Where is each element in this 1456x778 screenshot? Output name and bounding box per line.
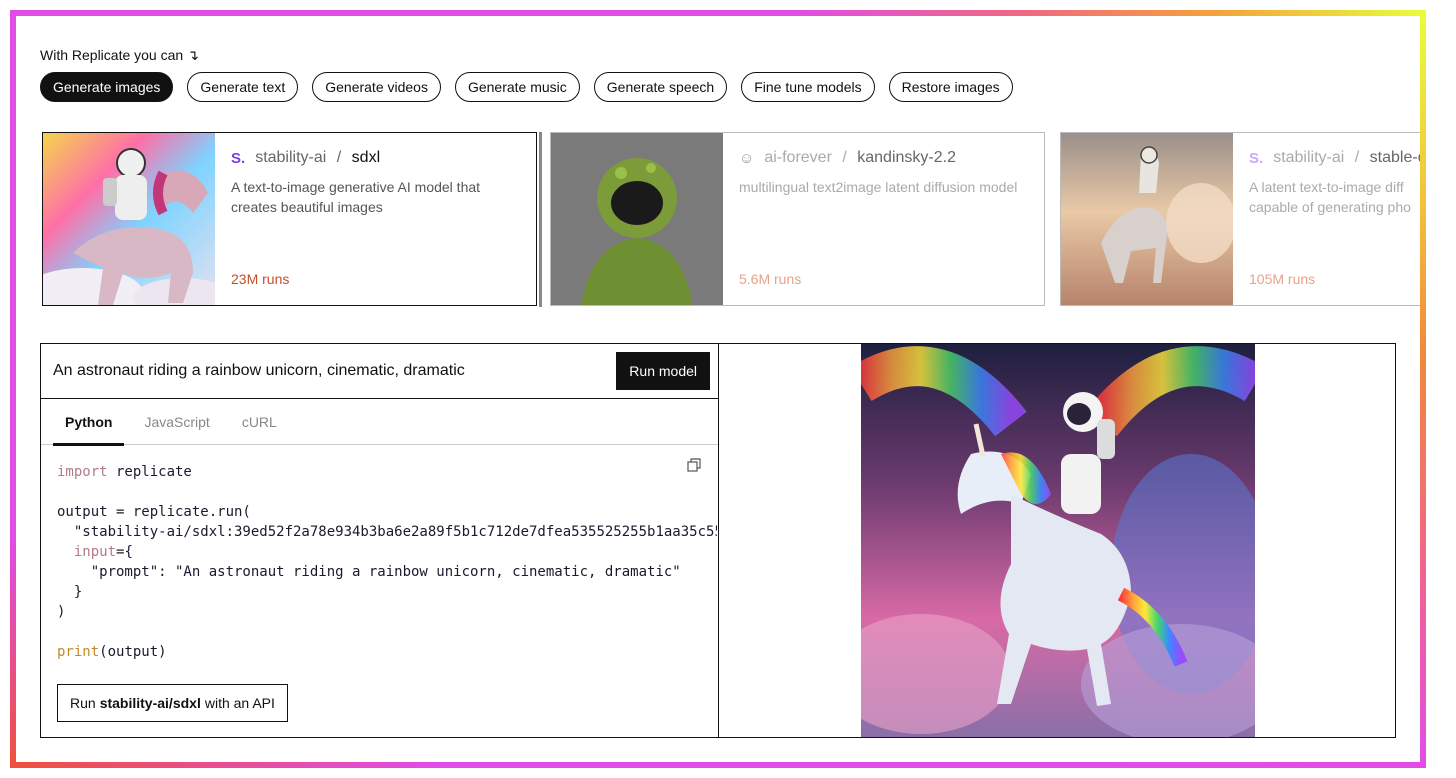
prompt-input[interactable]: An astronaut riding a rainbow unicorn, c…	[53, 362, 465, 380]
pill-fine-tune-models[interactable]: Fine tune models	[741, 72, 875, 102]
frame-bottom-edge	[10, 762, 1426, 768]
model-card-kandinsky[interactable]: ☺ ai-forever / kandinsky-2.2 multilingua…	[550, 132, 1045, 306]
stability-logo-icon: S.	[1249, 149, 1264, 167]
code-language-tabs: Python JavaScript cURL	[41, 399, 718, 446]
code-function: print	[57, 644, 100, 660]
tab-python[interactable]: Python	[53, 399, 125, 446]
arrow-down-right-icon: ↴	[187, 47, 199, 63]
card-thumbnail-moss-astronaut	[551, 133, 723, 305]
pill-restore-images[interactable]: Restore images	[888, 72, 1013, 102]
api-button-prefix: Run	[70, 695, 96, 711]
card-model-name: kandinsky-2.2	[857, 149, 956, 166]
code-keyword: input	[73, 544, 117, 560]
ai-forever-logo-icon: ☺	[739, 149, 755, 167]
api-button-model: stability-ai/sdxl	[99, 695, 201, 711]
pill-generate-images[interactable]: Generate images	[40, 72, 174, 102]
stability-logo-icon: S.	[231, 149, 246, 167]
frame-right-edge	[1420, 10, 1426, 768]
model-card-sdxl[interactable]: S. stability-ai / sdxl A text-to-image g…	[40, 132, 542, 307]
code-text: ={	[116, 544, 133, 560]
card-separator: /	[332, 149, 346, 166]
section-lead: With Replicate you can ↴	[40, 47, 199, 64]
demo-left-pane: An astronaut riding a rainbow unicorn, c…	[41, 344, 719, 737]
card-title: S. stability-ai / stable-d	[1249, 149, 1420, 167]
pill-generate-text[interactable]: Generate text	[187, 72, 299, 102]
card-runs: 105M runs	[1249, 271, 1316, 287]
frame-top-edge	[10, 10, 1426, 16]
card-thumbnail-astronaut-horse	[43, 133, 215, 305]
card-owner: stability-ai	[1273, 149, 1345, 166]
output-image-unicorn	[861, 344, 1255, 737]
code-line: )	[57, 604, 66, 620]
tab-curl[interactable]: cURL	[230, 399, 289, 444]
prompt-row: An astronaut riding a rainbow unicorn, c…	[41, 344, 718, 399]
run-with-api-button[interactable]: Run stability-ai/sdxl with an API	[57, 684, 288, 722]
code-text: (output)	[99, 644, 167, 660]
api-button-suffix: with an API	[204, 695, 275, 711]
code-line: "prompt": "An astronaut riding a rainbow…	[57, 564, 681, 580]
pill-generate-music[interactable]: Generate music	[454, 72, 580, 102]
card-model-name: sdxl	[351, 149, 381, 166]
code-line: }	[57, 584, 83, 600]
card-separator: /	[837, 149, 852, 166]
code-keyword: import	[57, 464, 108, 480]
card-description: A text-to-image generative AI model that…	[231, 179, 481, 215]
card-model-name: stable-d	[1369, 149, 1420, 166]
card-runs: 5.6M runs	[739, 271, 802, 287]
card-title: S. stability-ai / sdxl	[231, 149, 521, 167]
code-text: replicate	[107, 464, 192, 480]
code-line: "stability-ai/sdxl:39ed52f2a78e934b3ba6e…	[57, 524, 717, 540]
card-separator: /	[1350, 149, 1364, 166]
model-cards: S. stability-ai / sdxl A text-to-image g…	[40, 132, 1420, 307]
card-runs: 23M runs	[231, 271, 290, 287]
tab-javascript[interactable]: JavaScript	[132, 399, 221, 444]
category-pills: Generate images Generate text Generate v…	[40, 72, 1013, 102]
code-snippet: import replicate ​ output = replicate.ru…	[57, 462, 717, 662]
code-line: output = replicate.run(	[57, 504, 251, 520]
card-description: A latent text-to-image diff capable of g…	[1249, 179, 1411, 215]
card-title: ☺ ai-forever / kandinsky-2.2	[739, 149, 1029, 167]
card-owner: ai-forever	[764, 149, 832, 166]
pill-generate-videos[interactable]: Generate videos	[312, 72, 441, 102]
run-model-button[interactable]: Run model	[616, 352, 710, 390]
pill-generate-speech[interactable]: Generate speech	[593, 72, 728, 102]
card-description: multilingual text2image latent diffusion…	[739, 179, 1018, 195]
model-demo-panel: An astronaut riding a rainbow unicorn, c…	[40, 343, 1396, 738]
card-owner: stability-ai	[255, 149, 327, 166]
card-thumbnail-desert-rider	[1061, 133, 1233, 305]
frame-left-edge	[10, 10, 16, 768]
lead-text: With Replicate you can	[40, 47, 184, 63]
model-card-stable-diffusion[interactable]: S. stability-ai / stable-d A latent text…	[1060, 132, 1420, 306]
